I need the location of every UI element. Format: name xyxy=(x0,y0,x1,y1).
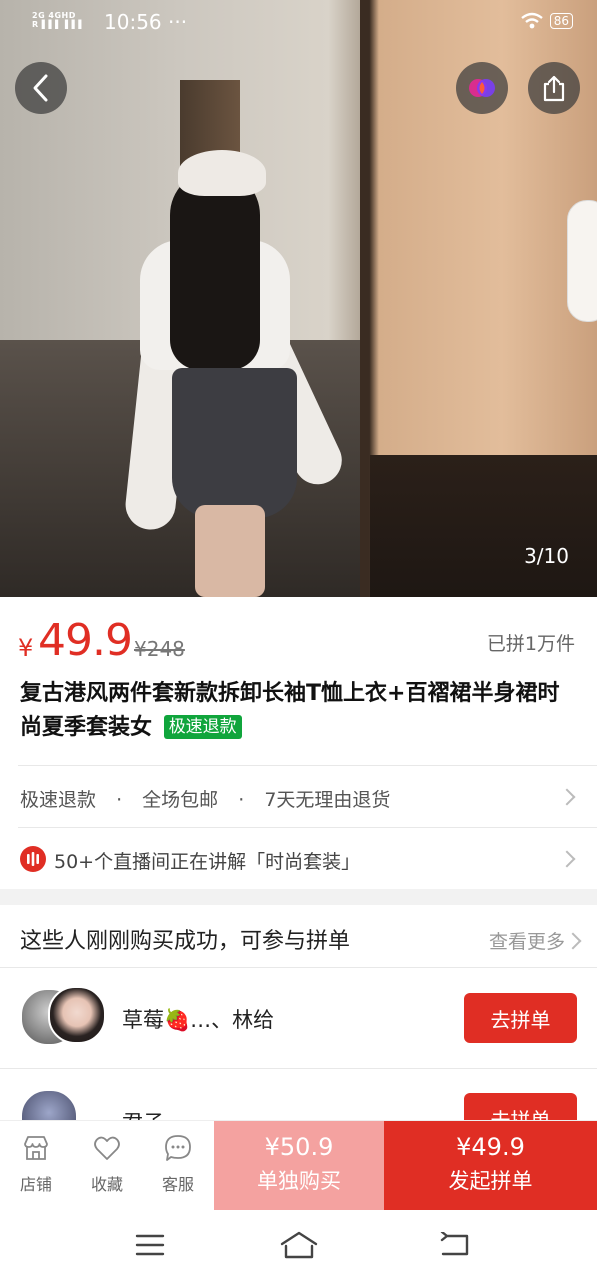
network-label: 2G 4GHD xyxy=(32,11,76,20)
group-buy-section: 这些人刚刚购买成功，可参与拼单 查看更多 草莓🍓…、林给 去拼单 君子 去拼单 xyxy=(0,905,597,1120)
image-door-lower xyxy=(370,455,597,597)
image-legs xyxy=(195,505,265,597)
price: 49.9 xyxy=(38,615,133,666)
group-buy-price: ¥49.9 xyxy=(456,1133,525,1161)
live-stream-icon xyxy=(20,846,46,872)
buy-alone-button[interactable]: ¥50.9 单独购买 xyxy=(214,1121,384,1211)
pinduoduo-logo-icon xyxy=(469,79,495,97)
buy-alone-label: 单独购买 xyxy=(257,1169,341,1193)
group-member-names: 君子 xyxy=(122,1107,164,1120)
group-entry: 君子 去拼单 xyxy=(0,1069,597,1120)
live-bars-icon xyxy=(27,852,39,866)
store-icon xyxy=(24,1136,48,1160)
system-nav-bar xyxy=(0,1210,597,1280)
avatar xyxy=(48,986,106,1044)
group-entry: 草莓🍓…、林给 去拼单 xyxy=(0,968,597,1068)
bottom-action-bar: 店铺 收藏 客服 ¥50.9 单独购买 ¥49.9 发起拼单 xyxy=(0,1120,597,1211)
image-hair xyxy=(170,170,260,370)
home-icon[interactable] xyxy=(279,1230,319,1260)
price-currency: ¥ xyxy=(18,634,34,662)
start-group-buy-button[interactable]: ¥49.9 发起拼单 xyxy=(384,1121,597,1211)
heart-icon xyxy=(94,1136,120,1160)
group-buy-label: 发起拼单 xyxy=(448,1169,533,1193)
pinduoduo-logo-button[interactable] xyxy=(456,62,508,114)
image-skirt xyxy=(172,368,297,518)
group-buy-title: 这些人刚刚购买成功，可参与拼单 xyxy=(20,929,351,954)
product-info: ¥ 49.9 ¥248 已拼1万件 复古港风两件套新款拆卸长袖T恤上衣+百褶裙半… xyxy=(0,597,597,889)
back-button[interactable] xyxy=(15,62,67,114)
battery-level: 86 xyxy=(553,14,569,28)
avatar xyxy=(20,1089,78,1120)
favorite-button[interactable]: 收藏 xyxy=(77,1121,137,1195)
service-list: 极速退款 · 全场包邮 · 7天无理由退货 xyxy=(20,785,390,812)
customer-service-label: 客服 xyxy=(161,1175,194,1194)
service-item: 极速退款 xyxy=(20,789,97,811)
chevron-left-icon xyxy=(33,74,48,102)
service-row[interactable]: 极速退款 · 全场包邮 · 7天无理由退货 xyxy=(0,765,597,827)
image-side-tab[interactable] xyxy=(567,200,597,322)
status-right: 86 xyxy=(520,12,573,30)
view-more-text: 查看更多 xyxy=(488,931,565,953)
clock-time: 10:56 xyxy=(104,10,162,34)
chevron-right-icon xyxy=(558,788,576,806)
join-group-button[interactable]: 去拼单 xyxy=(464,1093,577,1120)
image-cap xyxy=(178,150,266,196)
service-separator: · xyxy=(116,789,123,811)
menu-icon[interactable] xyxy=(134,1232,166,1258)
share-button[interactable] xyxy=(528,62,580,114)
chevron-right-icon xyxy=(564,932,582,949)
status-bar: 2G 4GHD R▐▐▐ ▐▐▐ 10:56 ··· 86 xyxy=(0,0,597,46)
product-title: 复古港风两件套新款拆卸长袖T恤上衣+百褶裙半身裙时尚夏季套装女 极速退款 xyxy=(20,677,580,745)
chat-bubble-icon xyxy=(165,1135,191,1161)
signal-bars: R▐▐▐ ▐▐▐ xyxy=(32,20,82,29)
buy-alone-price: ¥50.9 xyxy=(264,1133,334,1161)
service-item: 全场包邮 xyxy=(142,789,219,811)
service-separator: · xyxy=(238,789,245,811)
notification-dots: ··· xyxy=(168,10,188,34)
chevron-right-icon xyxy=(558,850,576,868)
favorite-label: 收藏 xyxy=(90,1175,123,1194)
group-member-names: 草莓🍓…、林给 xyxy=(122,1008,275,1032)
back-nav-icon[interactable] xyxy=(438,1232,472,1258)
join-group-button[interactable]: 去拼单 xyxy=(464,993,577,1043)
customer-service-button[interactable]: 客服 xyxy=(148,1121,208,1195)
image-counter: 3/10 xyxy=(524,544,569,568)
battery-icon: 86 xyxy=(549,13,573,29)
share-icon xyxy=(543,75,565,102)
view-more-link[interactable]: 查看更多 xyxy=(488,927,582,954)
product-title-text: 复古港风两件套新款拆卸长袖T恤上衣+百褶裙半身裙时尚夏季套装女 xyxy=(20,681,560,740)
sold-count: 已拼1万件 xyxy=(486,633,575,655)
original-price: ¥248 xyxy=(134,637,185,661)
live-text: 50+个直播间正在讲解「时尚套装」 xyxy=(54,851,361,873)
wifi-icon xyxy=(520,12,543,29)
shop-label: 店铺 xyxy=(19,1175,52,1194)
refund-badge: 极速退款 xyxy=(163,715,242,739)
clock: 10:56 ··· xyxy=(104,10,187,34)
network-indicator: 2G 4GHD R▐▐▐ ▐▐▐ xyxy=(32,11,82,29)
live-row[interactable]: 50+个直播间正在讲解「时尚套装」 xyxy=(0,827,597,889)
service-item: 7天无理由退货 xyxy=(264,789,391,811)
shop-button[interactable]: 店铺 xyxy=(6,1121,66,1195)
